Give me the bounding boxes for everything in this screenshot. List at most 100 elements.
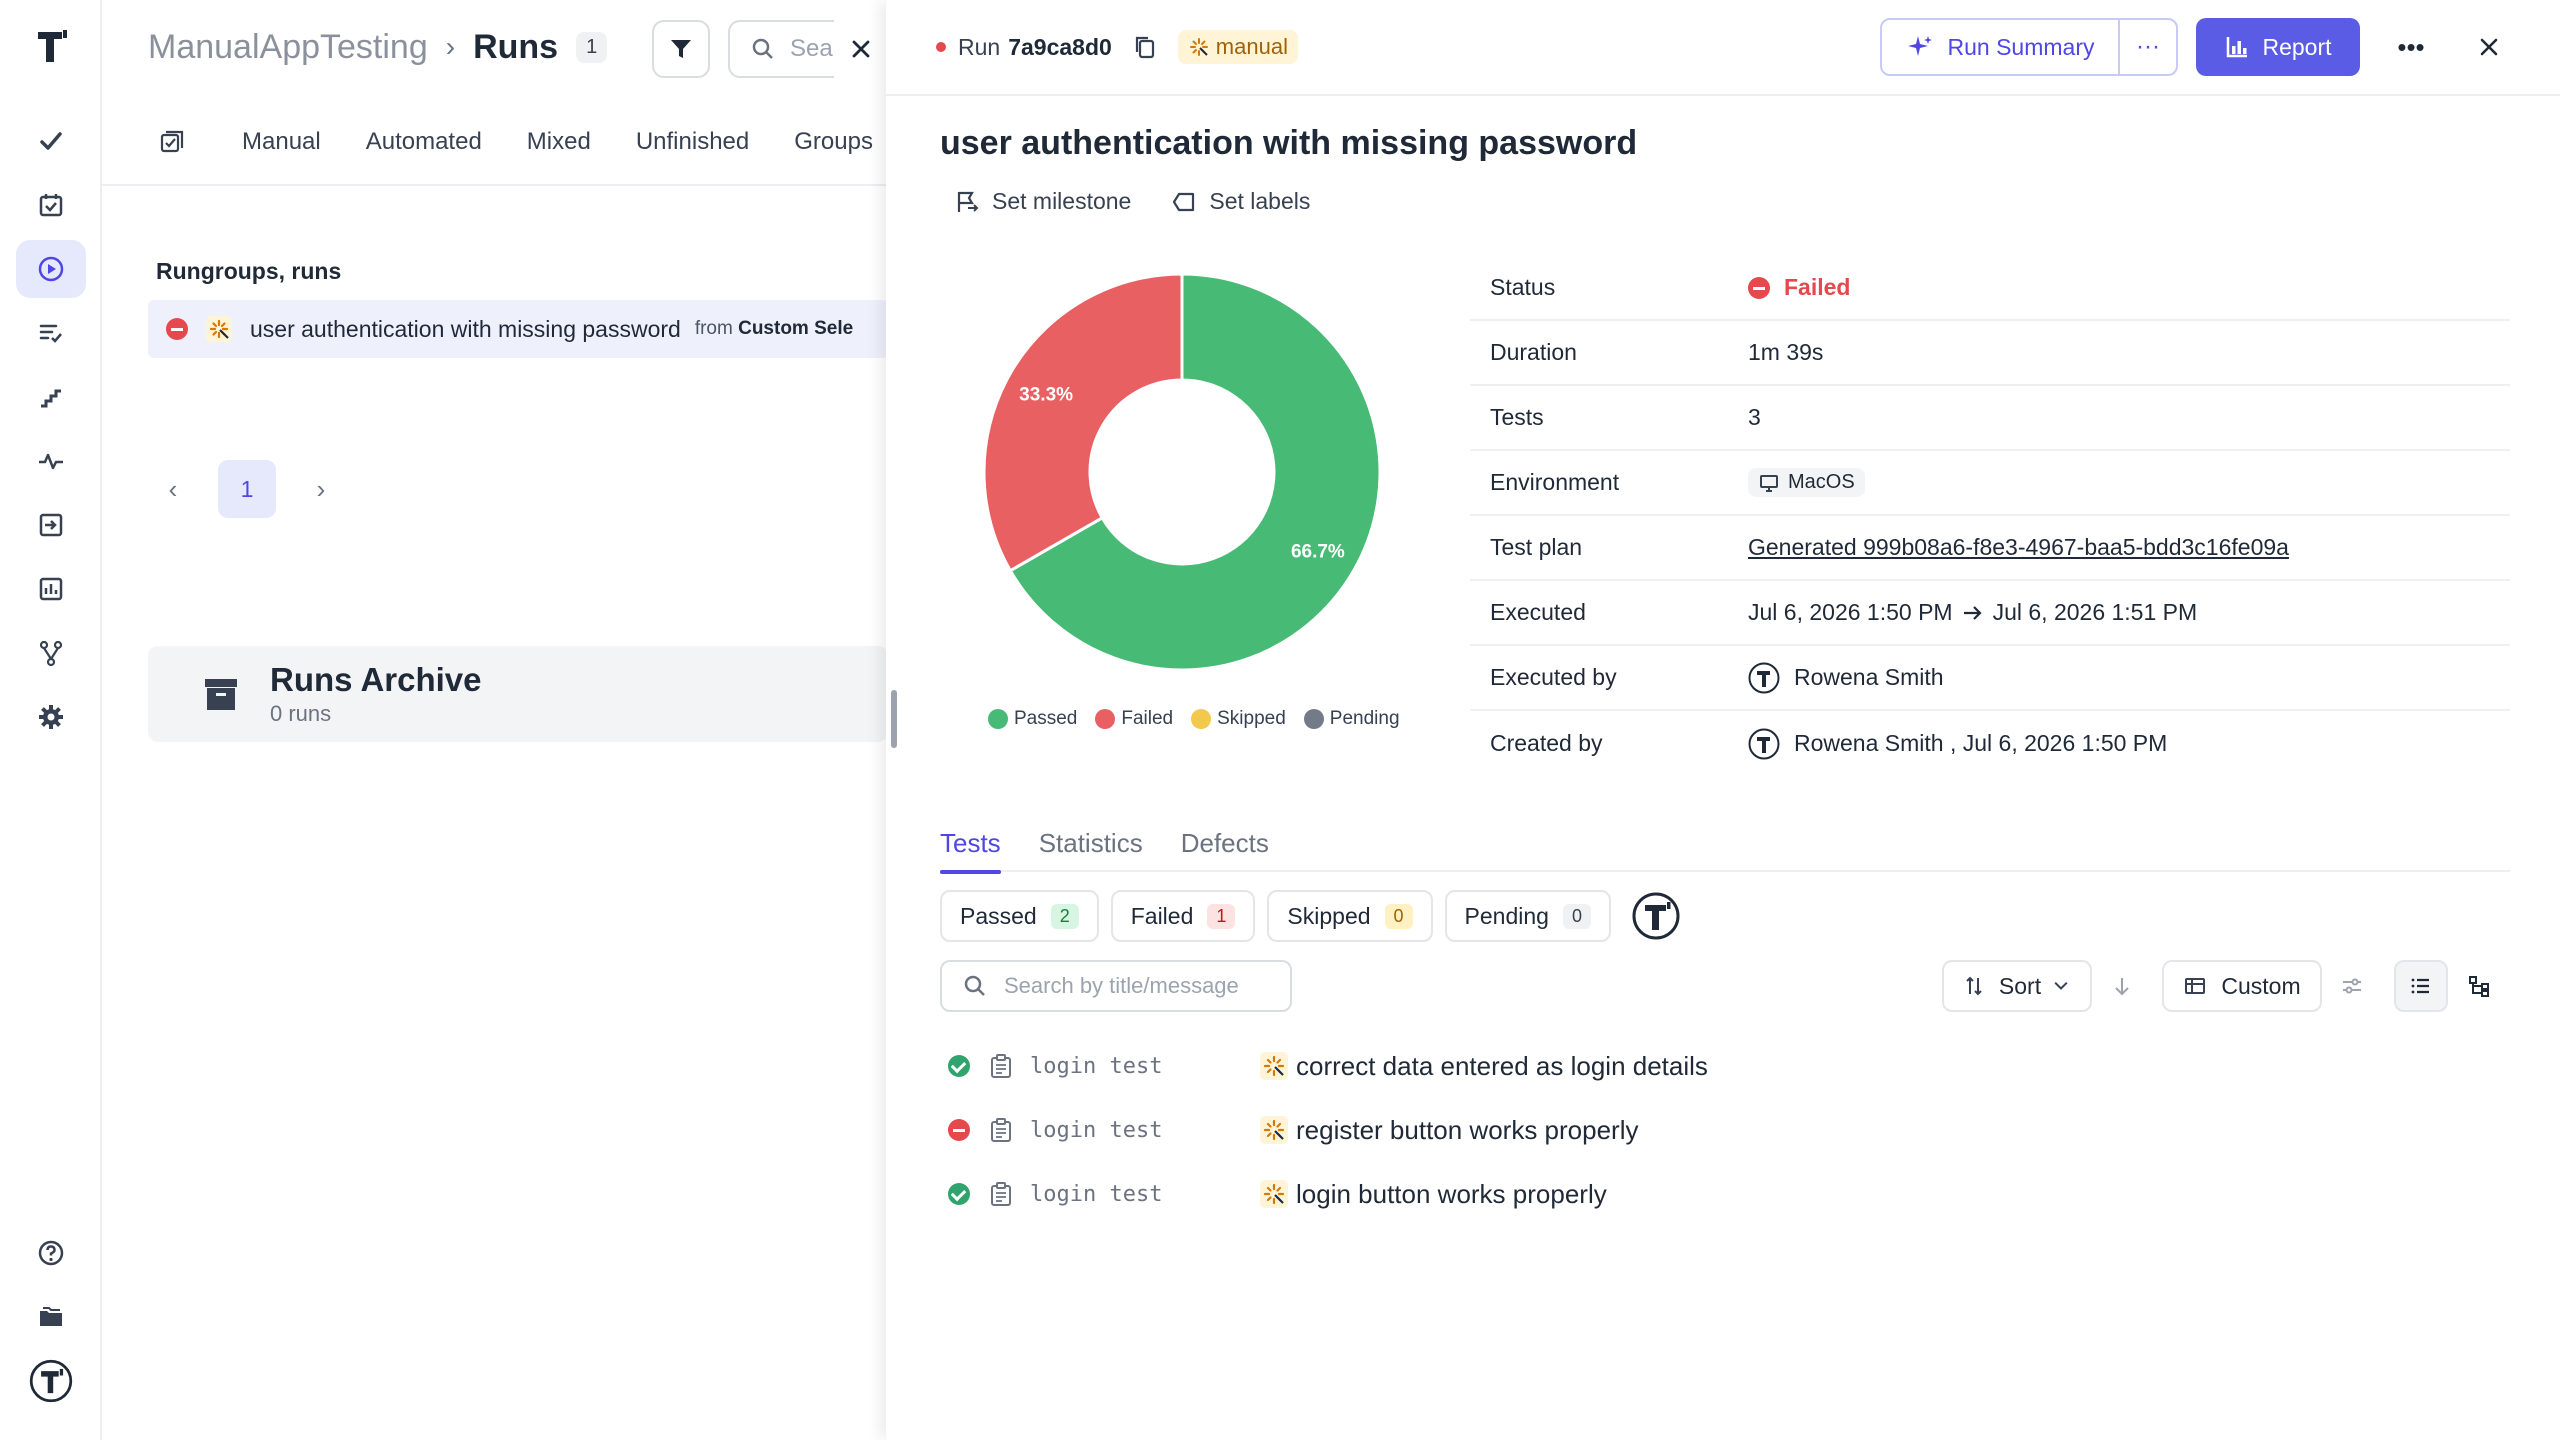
filter-chip-failed[interactable]: Failed 1 bbox=[1110, 890, 1256, 942]
test-title: correct data entered as login details bbox=[1296, 1050, 1708, 1081]
detail-label: Status bbox=[1490, 274, 1556, 300]
testomat-logo-icon[interactable] bbox=[32, 26, 72, 66]
custom-view-button[interactable]: Custom bbox=[2162, 960, 2322, 1012]
tests-list: login test correct data entered as login… bbox=[948, 1034, 1708, 1226]
status-filter-chips: Passed 2 Failed 1 Skipped 0 Pending 0 bbox=[940, 890, 1681, 942]
adjust-columns-button[interactable] bbox=[2326, 960, 2378, 1012]
detail-label: Test plan bbox=[1490, 534, 1583, 560]
nav-help-icon[interactable] bbox=[16, 1224, 86, 1282]
copy-icon[interactable] bbox=[1132, 34, 1158, 60]
select-runs-icon[interactable] bbox=[158, 128, 186, 156]
legend-label: Failed bbox=[1121, 708, 1174, 729]
close-panel-button[interactable] bbox=[2462, 18, 2516, 76]
panel-resize-handle[interactable] bbox=[891, 690, 897, 748]
test-row[interactable]: login test register button works properl… bbox=[948, 1098, 1708, 1162]
milestone-flag-icon bbox=[957, 191, 979, 212]
chip-count: 0 bbox=[1562, 903, 1591, 929]
sparkle-icon bbox=[1907, 36, 1932, 56]
run-summary-label: Run Summary bbox=[1947, 33, 2095, 60]
tab-mixed[interactable]: Mixed bbox=[527, 128, 591, 156]
sort-button[interactable]: Sort bbox=[1942, 960, 2092, 1012]
nav-checks-icon[interactable] bbox=[16, 112, 86, 170]
test-row[interactable]: login test login button works properly bbox=[948, 1162, 1708, 1226]
test-plan-link[interactable]: Generated 999b08a6-f8e3-4967-baa5-bdd3c1… bbox=[1748, 534, 2289, 561]
user-avatar-icon[interactable] bbox=[16, 1352, 86, 1410]
run-actions: Set milestone Set labels bbox=[954, 188, 1350, 215]
filter-chip-passed[interactable]: Passed 2 bbox=[940, 890, 1099, 942]
test-suite: login test bbox=[1030, 1117, 1163, 1143]
filter-chip-pending[interactable]: Pending 0 bbox=[1444, 890, 1611, 942]
filter-button[interactable] bbox=[652, 20, 710, 78]
test-title: login button works properly bbox=[1296, 1178, 1607, 1209]
run-type-tabs: Manual Automated Mixed Unfinished Groups bbox=[158, 114, 918, 170]
test-suite: login test bbox=[1030, 1181, 1163, 1207]
set-labels-button[interactable]: Set labels bbox=[1171, 188, 1310, 215]
clipboard-icon bbox=[991, 1118, 1011, 1142]
nav-projects-folder-icon[interactable] bbox=[16, 1288, 86, 1346]
archive-title: Runs Archive bbox=[270, 661, 482, 698]
run-detail-panel: Run 7a9ca8d0 manual Run Summary ··· Repo… bbox=[886, 0, 2560, 1440]
report-button[interactable]: Report bbox=[2196, 18, 2360, 76]
runs-archive-card[interactable]: Runs Archive 0 runs bbox=[148, 646, 888, 742]
detail-row-environment: Environment MacOS bbox=[1470, 451, 2510, 516]
tab-manual[interactable]: Manual bbox=[242, 128, 321, 156]
test-row[interactable]: login test correct data entered as login… bbox=[948, 1034, 1708, 1098]
run-label: Run bbox=[958, 33, 1001, 60]
tab-statistics[interactable]: Statistics bbox=[1039, 814, 1143, 872]
nav-runs-icon[interactable] bbox=[16, 240, 86, 298]
donut-slice-failed[interactable] bbox=[982, 272, 1184, 573]
filter-chip-skipped[interactable]: Skipped 0 bbox=[1267, 890, 1433, 942]
sidebar bbox=[0, 0, 102, 1440]
nav-pulse-icon[interactable] bbox=[16, 432, 86, 490]
close-search-button[interactable] bbox=[834, 20, 888, 78]
tests-search-field[interactable] bbox=[940, 960, 1292, 1012]
manual-run-icon bbox=[206, 316, 232, 342]
nav-import-icon[interactable] bbox=[16, 496, 86, 554]
nav-branches-icon[interactable] bbox=[16, 624, 86, 682]
divider bbox=[886, 94, 2560, 96]
chip-label: Passed bbox=[960, 902, 1037, 929]
nav-steps-icon[interactable] bbox=[16, 368, 86, 426]
more-options-ellipsis-icon[interactable]: ••• bbox=[2386, 18, 2436, 76]
nav-tests-icon[interactable] bbox=[16, 176, 86, 234]
user-avatar-icon bbox=[1748, 728, 1780, 759]
run-summary-button[interactable]: Run Summary bbox=[1880, 18, 2120, 76]
bar-chart-icon bbox=[2227, 37, 2248, 58]
sort-direction-button[interactable] bbox=[2096, 960, 2148, 1012]
duration-value: 1m 39s bbox=[1748, 339, 1824, 365]
tests-search-input[interactable] bbox=[1004, 973, 1244, 999]
legend-item-passed[interactable]: Passed bbox=[988, 708, 1077, 730]
tree-structure-icon bbox=[2469, 976, 2489, 997]
summary-more-button[interactable]: ··· bbox=[2118, 18, 2178, 76]
nav-settings-gear-icon[interactable] bbox=[16, 688, 86, 746]
run-details-table: Status Failed Duration 1m 39s Tests 3 En… bbox=[1470, 256, 2510, 776]
detail-row-created-by: Created by Rowena Smith , Jul 6, 2026 1:… bbox=[1470, 711, 2510, 776]
user-filter-avatar-icon[interactable] bbox=[1631, 891, 1681, 941]
tab-groups[interactable]: Groups bbox=[794, 128, 873, 156]
set-milestone-button[interactable]: Set milestone bbox=[954, 188, 1131, 215]
next-page-chevron-right-icon[interactable]: › bbox=[296, 460, 346, 518]
list-view-button[interactable] bbox=[2394, 960, 2448, 1012]
tab-automated[interactable]: Automated bbox=[366, 128, 482, 156]
tree-view-button[interactable] bbox=[2452, 960, 2506, 1012]
run-type-label: manual bbox=[1215, 34, 1288, 59]
legend-swatch bbox=[1095, 709, 1116, 729]
nav-analytics-icon[interactable] bbox=[16, 560, 86, 618]
legend-item-pending[interactable]: Pending bbox=[1303, 708, 1400, 730]
detail-row-duration: Duration 1m 39s bbox=[1470, 321, 2510, 386]
chip-count: 0 bbox=[1384, 903, 1413, 929]
legend-item-skipped[interactable]: Skipped bbox=[1191, 708, 1286, 730]
nav-plans-icon[interactable] bbox=[16, 304, 86, 362]
tab-defects[interactable]: Defects bbox=[1181, 814, 1269, 872]
test-title: register button works properly bbox=[1296, 1114, 1639, 1145]
breadcrumb: ManualAppTesting › Runs 1 bbox=[148, 24, 608, 70]
detail-label: Executed bbox=[1490, 599, 1586, 625]
tab-tests[interactable]: Tests bbox=[940, 814, 1001, 874]
page-number-button[interactable]: 1 bbox=[218, 460, 276, 518]
tab-unfinished[interactable]: Unfinished bbox=[636, 128, 749, 156]
run-header: Run 7a9ca8d0 manual bbox=[936, 24, 1298, 70]
legend-item-failed[interactable]: Failed bbox=[1095, 708, 1173, 730]
prev-page-chevron-left-icon[interactable]: ‹ bbox=[148, 460, 198, 518]
run-list-item[interactable]: user authentication with missing passwor… bbox=[148, 300, 888, 358]
breadcrumb-project[interactable]: ManualAppTesting bbox=[148, 28, 428, 67]
